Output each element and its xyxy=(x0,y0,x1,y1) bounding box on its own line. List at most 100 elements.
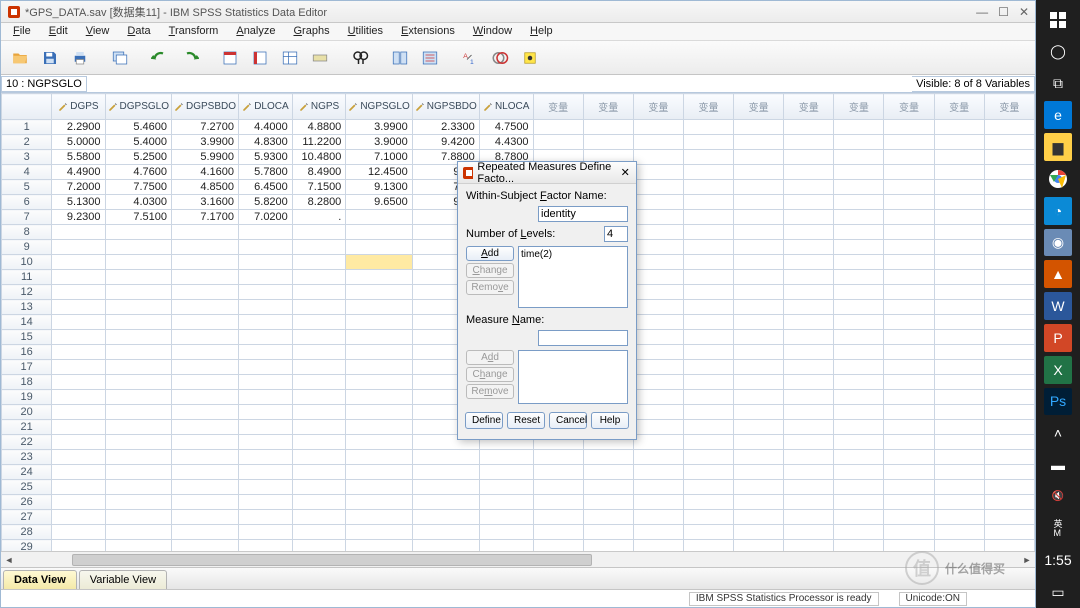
cell[interactable] xyxy=(734,285,784,300)
cell[interactable] xyxy=(633,315,683,330)
cell[interactable] xyxy=(734,375,784,390)
cell[interactable] xyxy=(479,525,533,540)
menu-graphs[interactable]: Graphs xyxy=(285,23,337,40)
cell[interactable] xyxy=(633,165,683,180)
cell[interactable] xyxy=(105,465,171,480)
cell[interactable] xyxy=(934,540,984,552)
factor-name-input[interactable] xyxy=(538,206,628,222)
cell[interactable]: 8.2800 xyxy=(292,195,346,210)
cell[interactable] xyxy=(934,420,984,435)
cell[interactable] xyxy=(533,480,583,495)
cell[interactable] xyxy=(292,420,346,435)
cell[interactable] xyxy=(683,165,733,180)
cell[interactable] xyxy=(346,420,412,435)
cell[interactable] xyxy=(683,120,733,135)
cell[interactable] xyxy=(239,345,293,360)
cell[interactable] xyxy=(834,525,884,540)
cell[interactable] xyxy=(784,270,834,285)
cell[interactable] xyxy=(683,450,733,465)
row-header[interactable]: 17 xyxy=(2,360,52,375)
col-header-empty[interactable]: 变量 xyxy=(834,94,884,120)
cell[interactable] xyxy=(172,375,239,390)
row-header[interactable]: 12 xyxy=(2,285,52,300)
row-header[interactable]: 14 xyxy=(2,315,52,330)
cell[interactable] xyxy=(734,165,784,180)
cell[interactable] xyxy=(479,450,533,465)
cell[interactable] xyxy=(784,165,834,180)
row-header[interactable]: 24 xyxy=(2,465,52,480)
undo-icon[interactable] xyxy=(147,45,173,71)
start-icon[interactable] xyxy=(1042,6,1074,34)
cell[interactable] xyxy=(52,285,105,300)
clock[interactable]: 1:55 xyxy=(1042,547,1074,575)
cell[interactable] xyxy=(239,240,293,255)
col-header[interactable]: DLOCA xyxy=(239,94,293,120)
menu-help[interactable]: Help xyxy=(522,23,561,40)
cell[interactable] xyxy=(633,540,683,552)
cell[interactable]: 9.1300 xyxy=(346,180,412,195)
row-header[interactable]: 29 xyxy=(2,540,52,552)
cell[interactable] xyxy=(292,375,346,390)
edge-icon[interactable]: e xyxy=(1044,101,1072,129)
cell[interactable] xyxy=(172,270,239,285)
cell[interactable] xyxy=(479,495,533,510)
windows-taskbar[interactable]: ◯ ⧉ e ▆ ◔ ◉ ▲ W P X Ps ˄ ▬ 🔇 英M 1:55 ▭ xyxy=(1036,0,1080,608)
cell[interactable] xyxy=(884,420,934,435)
cell[interactable] xyxy=(784,330,834,345)
cell[interactable] xyxy=(784,435,834,450)
cell[interactable] xyxy=(683,300,733,315)
volume-icon[interactable]: 🔇 xyxy=(1042,483,1074,511)
cell[interactable] xyxy=(105,495,171,510)
cell[interactable] xyxy=(784,255,834,270)
row-header[interactable]: 25 xyxy=(2,480,52,495)
cell[interactable] xyxy=(172,450,239,465)
cell[interactable] xyxy=(984,195,1034,210)
cell[interactable] xyxy=(784,495,834,510)
cell[interactable] xyxy=(934,330,984,345)
cell[interactable] xyxy=(784,345,834,360)
cell[interactable] xyxy=(479,540,533,552)
row-header[interactable]: 3 xyxy=(2,150,52,165)
col-header-empty[interactable]: 变量 xyxy=(633,94,683,120)
cell[interactable] xyxy=(834,495,884,510)
col-header-empty[interactable]: 变量 xyxy=(734,94,784,120)
cell[interactable] xyxy=(105,435,171,450)
row-header[interactable]: 20 xyxy=(2,405,52,420)
cell[interactable] xyxy=(292,540,346,552)
cell[interactable]: 2.3300 xyxy=(412,120,479,135)
row-header[interactable]: 23 xyxy=(2,450,52,465)
cell[interactable] xyxy=(683,495,733,510)
cell[interactable] xyxy=(834,270,884,285)
cell[interactable] xyxy=(172,330,239,345)
cell[interactable] xyxy=(172,525,239,540)
tab-data-view[interactable]: Data View xyxy=(3,570,77,589)
cell[interactable] xyxy=(934,450,984,465)
cell[interactable]: 7.0200 xyxy=(239,210,293,225)
cell[interactable] xyxy=(172,510,239,525)
cell[interactable] xyxy=(884,435,934,450)
cell[interactable] xyxy=(633,225,683,240)
cell[interactable] xyxy=(834,120,884,135)
cell[interactable]: 5.8200 xyxy=(239,195,293,210)
cell[interactable] xyxy=(984,240,1034,255)
cell[interactable] xyxy=(346,255,412,270)
cell[interactable]: 3.9900 xyxy=(346,120,412,135)
cell[interactable] xyxy=(834,435,884,450)
cell[interactable] xyxy=(734,525,784,540)
cell[interactable] xyxy=(834,300,884,315)
app-icon-1[interactable]: ◔ xyxy=(1044,197,1072,225)
cell[interactable] xyxy=(934,480,984,495)
cell[interactable]: 5.2500 xyxy=(105,150,171,165)
cell[interactable] xyxy=(884,120,934,135)
cell[interactable] xyxy=(172,540,239,552)
split-icon[interactable] xyxy=(387,45,413,71)
cell[interactable] xyxy=(412,510,479,525)
cell[interactable]: 5.0000 xyxy=(52,135,105,150)
cell[interactable] xyxy=(984,300,1034,315)
cell[interactable] xyxy=(734,390,784,405)
cell[interactable] xyxy=(105,540,171,552)
tray-up-icon[interactable]: ˄ xyxy=(1042,419,1074,447)
cell[interactable] xyxy=(633,465,683,480)
cell[interactable] xyxy=(984,315,1034,330)
cell[interactable] xyxy=(984,345,1034,360)
